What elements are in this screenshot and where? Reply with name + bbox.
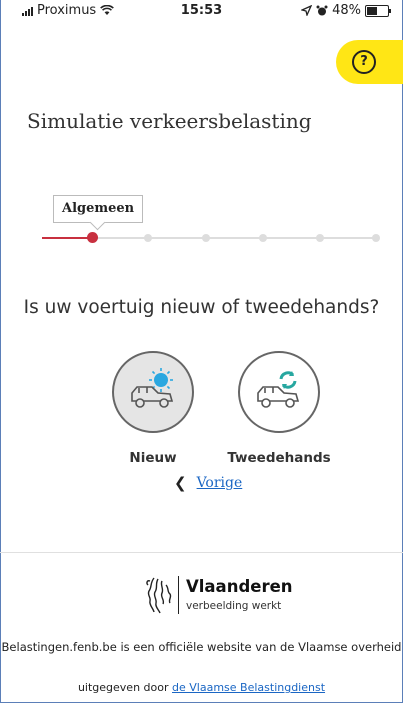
step-dot-6 bbox=[372, 234, 380, 242]
footer-publisher-link[interactable]: de Vlaamse Belastingdienst bbox=[172, 681, 325, 694]
choice-used-circle[interactable] bbox=[238, 351, 320, 433]
logo-tagline: verbeelding werkt bbox=[186, 600, 282, 612]
new-car-icon bbox=[131, 368, 174, 408]
step-dot-2 bbox=[144, 234, 152, 242]
choice-new-option[interactable]: Nieuw bbox=[93, 351, 213, 466]
step-dot-4 bbox=[259, 234, 267, 242]
flemish-lion-icon bbox=[146, 577, 172, 614]
current-step-label: Algemeen bbox=[53, 195, 144, 223]
logo-divider bbox=[178, 576, 179, 614]
page-title: Simulatie verkeersbelasting bbox=[27, 109, 312, 133]
step-dot-5 bbox=[316, 234, 324, 242]
location-arrow-icon bbox=[301, 5, 313, 16]
footer-divider bbox=[0, 552, 403, 553]
help-icon: ? bbox=[352, 50, 376, 74]
chevron-left-icon[interactable]: ❮ bbox=[174, 474, 187, 492]
help-button[interactable]: ? bbox=[336, 40, 403, 84]
footer-publisher-prefix: uitgegeven door bbox=[77, 681, 173, 694]
choice-new-label[interactable]: Nieuw bbox=[93, 450, 213, 466]
stepper-track-completed bbox=[42, 237, 92, 239]
footer-publisher: uitgegeven door de Vlaamse Belastingdien… bbox=[0, 681, 403, 694]
vlaanderen-logo: Vlaanderen verbeelding werkt bbox=[144, 573, 294, 617]
footer-official-text: Belastingen.fenb.be is een officiële web… bbox=[1, 640, 402, 654]
battery-percent: 48% bbox=[332, 3, 361, 18]
status-bar: Proximus 15:53 48% bbox=[0, 0, 403, 22]
step-dot-1 bbox=[87, 232, 98, 243]
logo-brand: Vlaanderen bbox=[186, 577, 293, 596]
alarm-icon bbox=[316, 5, 328, 15]
choice-new-circle[interactable] bbox=[112, 351, 194, 433]
used-car-icon bbox=[257, 371, 300, 408]
step-dot-3 bbox=[202, 234, 210, 242]
previous-nav[interactable]: ❮ Vorige bbox=[174, 474, 242, 492]
previous-link[interactable]: Vorige bbox=[197, 475, 243, 491]
choice-used-label[interactable]: Tweedehands bbox=[219, 450, 339, 466]
battery-icon bbox=[365, 4, 391, 17]
choice-used-option[interactable]: Tweedehands bbox=[219, 351, 339, 466]
question-heading: Is uw voertuig nieuw of tweedehands? bbox=[23, 297, 380, 318]
